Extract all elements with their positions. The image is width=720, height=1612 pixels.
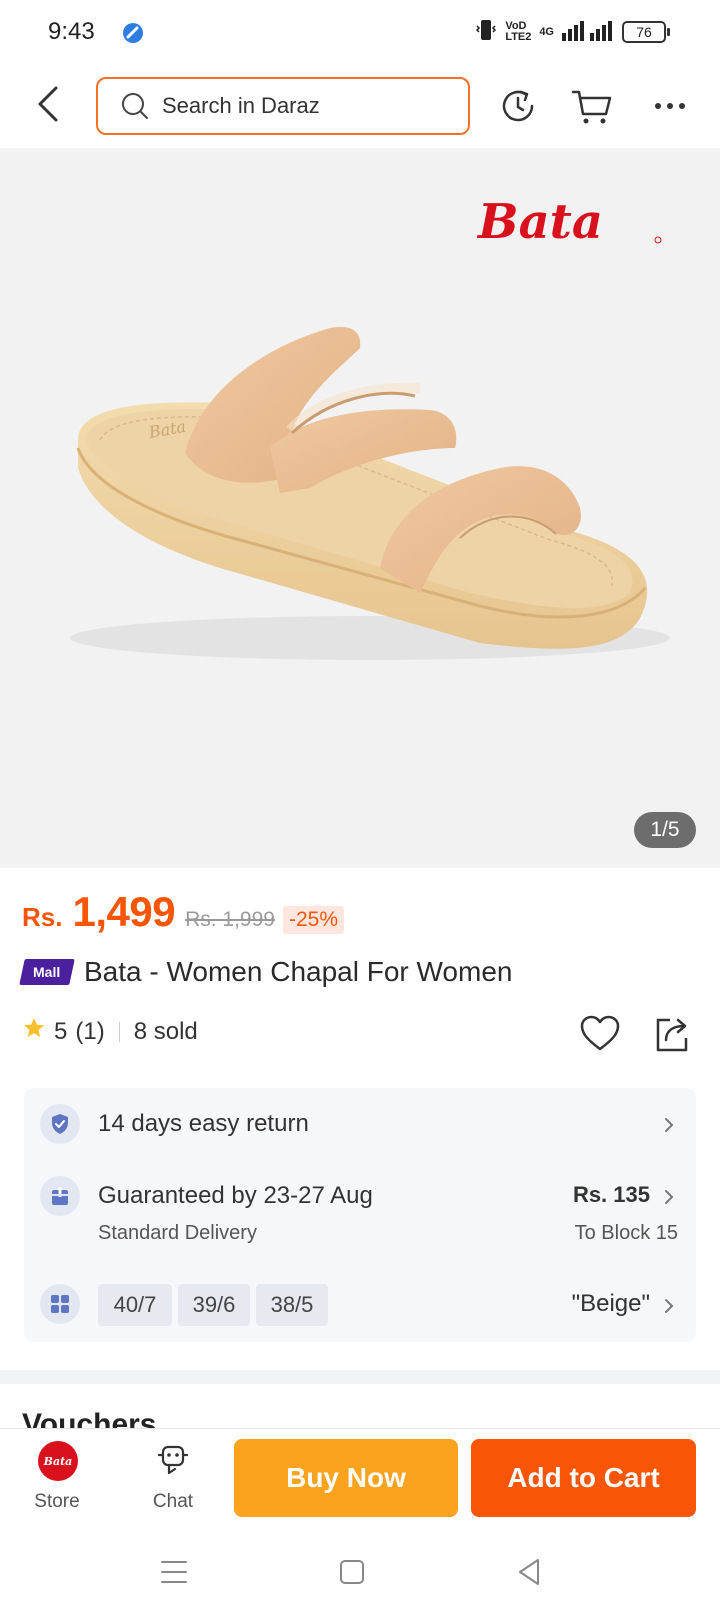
size-chip[interactable]: 40/7 — [98, 1284, 172, 1326]
back-nav-icon[interactable] — [512, 1554, 548, 1590]
network-label: VoD LTE2 — [505, 19, 532, 43]
size-chip[interactable]: 39/6 — [178, 1284, 250, 1326]
bottom-action-bar: Bata Store Chat Buy Now Add to Cart — [0, 1428, 720, 1532]
current-price: 1,499 — [72, 888, 176, 935]
price-row: Rs. 1,499 Rs. 1,999 -25% — [22, 888, 344, 938]
signal-strength-icon — [562, 19, 614, 44]
cart-icon[interactable] — [570, 84, 614, 128]
service-info-card: 14 days easy return Guaranteed by 23-27 … — [24, 1088, 696, 1342]
store-button[interactable]: Bata Store — [24, 1437, 90, 1525]
chat-button[interactable]: Chat — [140, 1437, 206, 1525]
more-options-icon[interactable] — [650, 84, 694, 128]
search-placeholder: Search in Daraz — [162, 93, 320, 118]
delivery-location: To Block 15 — [574, 1222, 678, 1244]
rating-value: 5 — [54, 1017, 68, 1045]
app-notification-icon — [122, 22, 144, 44]
image-counter: 1/5 — [634, 812, 696, 848]
system-nav-bar — [0, 1532, 720, 1612]
product-image-gallery[interactable]: Bata Bata 1/5 — [0, 148, 720, 868]
product-title-row: Mall Bata - Women Chapal For Women — [19, 956, 513, 988]
back-button[interactable] — [28, 82, 68, 126]
size-chip[interactable]: 38/5 — [256, 1284, 328, 1326]
return-policy-text: 14 days easy return — [98, 1110, 309, 1137]
grid-icon — [40, 1284, 80, 1324]
status-bar: 9:43 VoD LTE2 4G 76 — [0, 0, 720, 66]
selected-color: "Beige" — [571, 1290, 650, 1317]
vibrate-icon — [475, 18, 497, 45]
status-indicators: VoD LTE2 4G 76 — [475, 18, 670, 45]
mall-badge: Mall — [19, 959, 75, 985]
delivery-guarantee-text: Guaranteed by 23-27 Aug — [98, 1182, 373, 1209]
search-input[interactable]: Search in Daraz — [96, 77, 470, 135]
wishlist-heart-icon[interactable] — [578, 1012, 622, 1056]
chat-label: Chat — [152, 1491, 194, 1512]
signal-label: 4G — [539, 25, 554, 38]
star-icon — [22, 1016, 46, 1047]
divider — [118, 1021, 120, 1042]
chevron-right-icon — [662, 1115, 676, 1135]
chevron-right-icon — [662, 1187, 676, 1207]
rating-count: (1) — [75, 1017, 105, 1045]
top-nav-bar: Search in Daraz — [0, 66, 720, 148]
status-time: 9:43 — [48, 18, 95, 45]
battery-indicator: 76 — [622, 20, 670, 43]
section-separator — [0, 1370, 720, 1384]
store-label: Store — [34, 1491, 80, 1512]
chevron-right-icon — [662, 1296, 676, 1316]
add-to-cart-button[interactable]: Add to Cart — [471, 1439, 696, 1517]
shield-check-icon — [40, 1104, 80, 1144]
search-icon — [122, 93, 148, 119]
sandal-image: Bata — [70, 326, 670, 660]
buy-now-button[interactable]: Buy Now — [234, 1439, 458, 1517]
price-currency: Rs. — [22, 902, 63, 932]
delivery-type: Standard Delivery — [98, 1222, 257, 1244]
discount-badge: -25% — [282, 906, 344, 934]
return-policy-row[interactable]: 14 days easy return — [24, 1088, 696, 1162]
product-title: Bata - Women Chapal For Women — [84, 956, 513, 987]
delivery-row[interactable]: Guaranteed by 23-27 Aug Standard Deliver… — [24, 1162, 696, 1266]
delivery-box-icon — [40, 1176, 80, 1216]
store-logo: Bata — [38, 1441, 78, 1481]
home-icon[interactable] — [334, 1554, 370, 1590]
chat-icon — [156, 1443, 190, 1477]
original-price: Rs. 1,999 — [185, 908, 275, 931]
sold-count: 8 sold — [133, 1017, 198, 1045]
share-icon[interactable] — [650, 1012, 694, 1056]
rating-row[interactable]: 5 (1) 8 sold — [22, 1016, 198, 1047]
recent-apps-icon[interactable] — [156, 1554, 192, 1590]
delivery-price: Rs. 135 — [572, 1182, 650, 1207]
history-icon[interactable] — [496, 84, 540, 128]
